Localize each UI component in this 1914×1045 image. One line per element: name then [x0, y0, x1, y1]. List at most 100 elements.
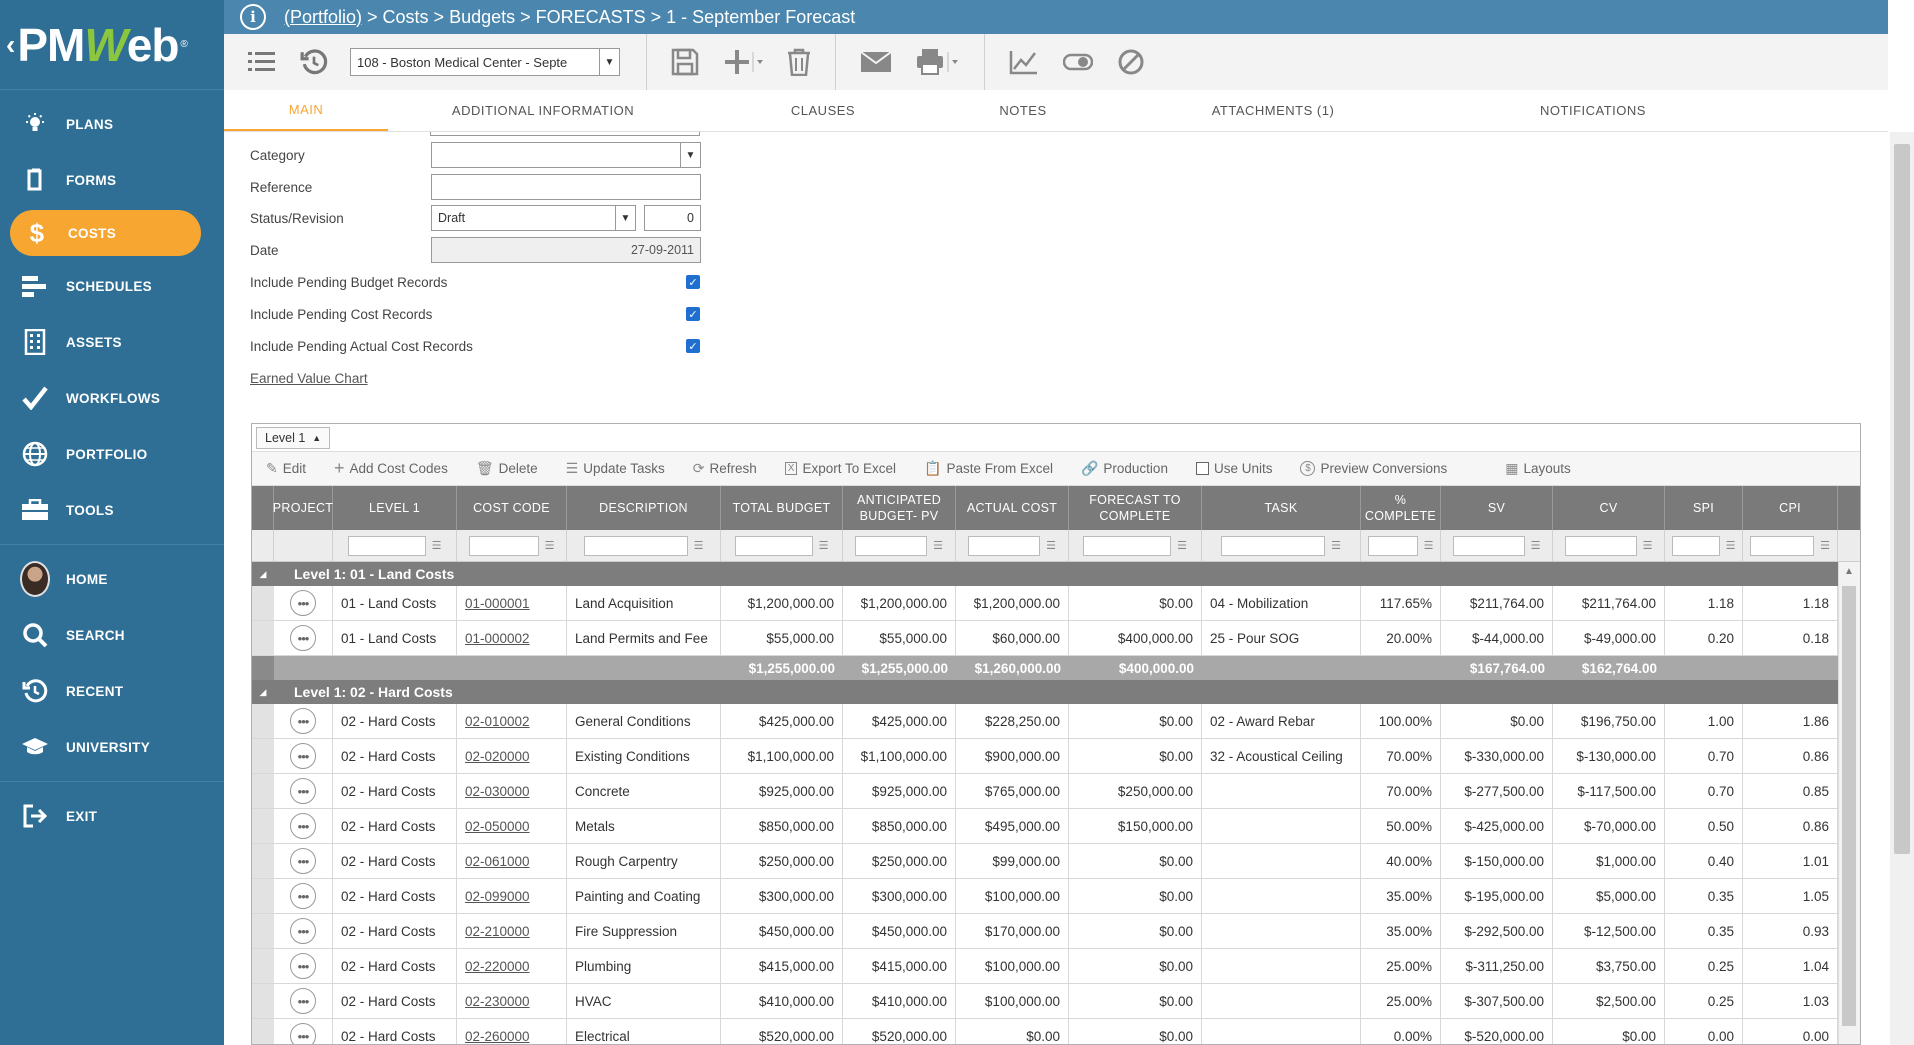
filter-input[interactable] [1564, 535, 1637, 556]
earned-value-chart-link[interactable]: Earned Value Chart [250, 371, 368, 386]
row-actions[interactable]: ••• [274, 984, 333, 1018]
nav-home[interactable]: HOME [0, 551, 224, 607]
cost-code-link[interactable]: 02-050000 [465, 819, 530, 834]
cost-code-link[interactable]: 02-230000 [465, 994, 530, 1009]
cell-description[interactable]: Land Permits and Fee [567, 621, 721, 655]
header-cpi[interactable]: CPI [1743, 486, 1838, 530]
cell-total-budget[interactable]: $925,000.00 [721, 774, 843, 808]
cell-task[interactable]: 04 - Mobilization [1202, 586, 1361, 620]
cell-pct-complete[interactable]: 100.00% [1361, 704, 1441, 738]
more-options-icon[interactable]: ••• [290, 1023, 316, 1044]
cell-forecast[interactable]: $0.00 [1069, 844, 1202, 878]
pending-actual-checkbox[interactable]: ✓ [686, 339, 700, 353]
cell-total-budget[interactable]: $450,000.00 [721, 914, 843, 948]
filter-icon[interactable]: ☰ [933, 539, 943, 552]
table-row[interactable]: ••• 02 - Hard Costs 02-230000 HVAC $410,000.… [252, 984, 1860, 1019]
more-options-icon[interactable]: ••• [290, 953, 316, 979]
filter-icon[interactable]: ☰ [1046, 539, 1056, 552]
status-select[interactable]: Draft ▼ [431, 205, 636, 231]
row-actions[interactable]: ••• [274, 809, 333, 843]
nav-portfolio[interactable]: PORTFOLIO [0, 426, 224, 482]
cell-level[interactable]: 02 - Hard Costs [333, 809, 457, 843]
delete-button[interactable]: 🗑 Delete [462, 460, 552, 477]
row-actions[interactable]: ••• [274, 739, 333, 773]
cell-forecast[interactable]: $0.00 [1069, 984, 1202, 1018]
cell-spi[interactable]: 0.35 [1665, 879, 1743, 913]
cell-description[interactable]: Plumbing [567, 949, 721, 983]
toggle-icon[interactable] [1051, 34, 1105, 90]
cell-actual-cost[interactable]: $100,000.00 [956, 879, 1069, 913]
tab-notifications[interactable]: NOTIFICATIONS [1448, 90, 1738, 131]
more-options-icon[interactable]: ••• [290, 848, 316, 874]
cell-anticipated-budget[interactable]: $520,000.00 [843, 1019, 956, 1044]
cell-level[interactable]: 02 - Hard Costs [333, 879, 457, 913]
cell-anticipated-budget[interactable]: $925,000.00 [843, 774, 956, 808]
nav-university[interactable]: UNIVERSITY [0, 719, 224, 775]
row-actions[interactable]: ••• [274, 621, 333, 655]
cell-level[interactable]: 02 - Hard Costs [333, 774, 457, 808]
cell-description[interactable]: Metals [567, 809, 721, 843]
cost-code-link[interactable]: 02-210000 [465, 924, 530, 939]
cell-anticipated-budget[interactable]: $55,000.00 [843, 621, 956, 655]
table-row[interactable]: ••• 02 - Hard Costs 02-010002 General Condi… [252, 704, 1860, 739]
cost-code-link[interactable]: 01-000002 [465, 631, 530, 646]
cost-code-link[interactable]: 02-030000 [465, 784, 530, 799]
cell-anticipated-budget[interactable]: $300,000.00 [843, 879, 956, 913]
header-actual-cost[interactable]: ACTUAL COST [956, 486, 1069, 530]
pending-budget-checkbox[interactable]: ✓ [686, 275, 700, 289]
filter-input[interactable] [1367, 535, 1418, 556]
header-total-budget[interactable]: TOTAL BUDGET [721, 486, 843, 530]
cell-level[interactable]: 01 - Land Costs [333, 586, 457, 620]
nav-forms[interactable]: FORMS [0, 152, 224, 208]
cell-anticipated-budget[interactable]: $1,200,000.00 [843, 586, 956, 620]
row-actions[interactable]: ••• [274, 774, 333, 808]
cell-cpi[interactable]: 1.03 [1743, 984, 1838, 1018]
cell-description[interactable]: Electrical [567, 1019, 721, 1044]
cell-sv[interactable]: $-330,000.00 [1441, 739, 1553, 773]
cell-task[interactable] [1202, 809, 1361, 843]
cancel-icon[interactable] [1105, 34, 1157, 90]
table-row[interactable]: ••• 02 - Hard Costs 02-050000 Metals $850,00… [252, 809, 1860, 844]
cell-sv[interactable]: $-311,250.00 [1441, 949, 1553, 983]
cell-pct-complete[interactable]: 70.00% [1361, 739, 1441, 773]
cell-task[interactable] [1202, 949, 1361, 983]
collapse-icon[interactable]: ◢ [252, 569, 274, 580]
row-actions[interactable]: ••• [274, 879, 333, 913]
paste-excel-button[interactable]: 📋 Paste From Excel [910, 460, 1067, 477]
tab-clauses[interactable]: CLAUSES [698, 90, 948, 131]
cell-cpi[interactable]: 1.01 [1743, 844, 1838, 878]
cell-task[interactable]: 32 - Acoustical Ceiling [1202, 739, 1361, 773]
cell-sv[interactable]: $0.00 [1441, 704, 1553, 738]
cell-task[interactable] [1202, 774, 1361, 808]
cell-task[interactable] [1202, 879, 1361, 913]
nav-workflows[interactable]: WORKFLOWS [0, 370, 224, 426]
page-scrollbar[interactable] [1890, 132, 1914, 1045]
filter-icon[interactable]: ☰ [545, 539, 555, 552]
filter-input[interactable] [855, 535, 928, 556]
cell-actual-cost[interactable]: $100,000.00 [956, 949, 1069, 983]
print-icon[interactable] [904, 34, 972, 90]
nav-recent[interactable]: RECENT [0, 663, 224, 719]
filter-icon[interactable]: ☰ [1424, 539, 1434, 552]
tab-notes[interactable]: NOTES [948, 90, 1098, 131]
header-sv[interactable]: SV [1441, 486, 1553, 530]
cell-cpi[interactable]: 0.18 [1743, 621, 1838, 655]
filter-icon[interactable]: ☰ [432, 539, 442, 552]
cell-cv[interactable]: $211,764.00 [1553, 586, 1665, 620]
info-icon[interactable]: i [240, 4, 266, 30]
level-selector[interactable]: Level 1 ▲ [256, 426, 331, 449]
cell-sv[interactable]: $-520,000.00 [1441, 1019, 1553, 1044]
cell-sv[interactable]: $-277,500.00 [1441, 774, 1553, 808]
cell-sv[interactable]: $-195,000.00 [1441, 879, 1553, 913]
cell-actual-cost[interactable]: $495,000.00 [956, 809, 1069, 843]
cell-forecast[interactable]: $250,000.00 [1069, 774, 1202, 808]
more-options-icon[interactable]: ••• [290, 988, 316, 1014]
cell-level[interactable]: 02 - Hard Costs [333, 704, 457, 738]
more-options-icon[interactable]: ••• [290, 778, 316, 804]
cell-sv[interactable]: $-425,000.00 [1441, 809, 1553, 843]
header-cost-code[interactable]: COST CODE [457, 486, 567, 530]
cell-forecast[interactable]: $0.00 [1069, 1019, 1202, 1044]
cost-code-link[interactable]: 02-020000 [465, 749, 530, 764]
cell-forecast[interactable]: $0.00 [1069, 586, 1202, 620]
cell-cv[interactable]: $-12,500.00 [1553, 914, 1665, 948]
